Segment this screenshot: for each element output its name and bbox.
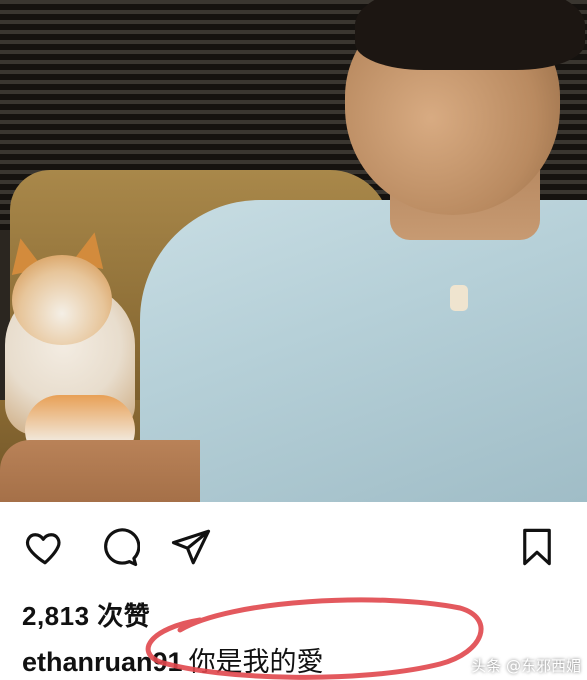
post-caption: ethanruan91 你是我的愛 [22,640,324,680]
man-shirt [140,200,587,502]
watermark-text: 头条 @东邪西媚 [471,656,581,675]
watermark: 头条 @东邪西媚 [471,652,581,678]
likes-count[interactable]: 2,813 次赞 [22,596,150,632]
comment-icon [104,528,140,567]
send-icon [171,529,211,565]
bookmark-icon [523,528,551,566]
comment-button[interactable] [96,524,142,570]
action-bar [0,502,587,582]
man-hair [355,0,585,70]
caption-username[interactable]: ethanruan91 [22,647,183,677]
caption-text: 你是我的愛 [188,647,324,677]
necklace-pendant [450,285,468,311]
post-photo[interactable] [0,0,587,502]
cat-head [12,255,112,345]
instagram-post: 2,813 次赞 ethanruan91 你是我的愛 头条 @东邪西媚 [0,0,587,680]
save-button[interactable] [514,524,560,570]
man-arm [0,440,200,502]
heart-icon [26,533,61,565]
like-button[interactable] [22,524,68,570]
share-button[interactable] [168,524,214,570]
